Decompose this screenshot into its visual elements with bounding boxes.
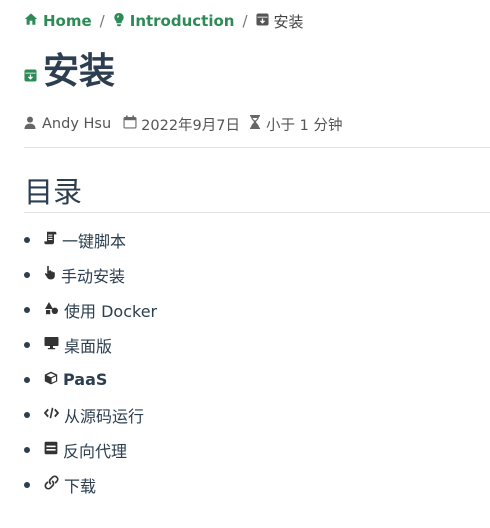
author-name: Andy Hsu xyxy=(42,116,112,132)
list-item: 一键脚本 xyxy=(24,222,157,257)
list-item: PaaS xyxy=(24,362,157,397)
divider xyxy=(24,212,490,213)
toc-link-label: PaaS xyxy=(63,370,108,389)
script-icon xyxy=(44,230,57,249)
toc-link-source[interactable]: 从源码运行 xyxy=(43,403,145,427)
bullet xyxy=(24,376,30,383)
cube-icon xyxy=(44,370,58,389)
bullet xyxy=(24,306,30,313)
toc-link-download[interactable]: 下载 xyxy=(44,473,96,497)
install-icon xyxy=(24,59,37,86)
breadcrumb-current-label: 安装 xyxy=(273,12,304,31)
reading-time-info: 小于 1 分钟 xyxy=(250,114,342,135)
breadcrumb: Home / Introduction / 安装 xyxy=(24,10,304,32)
toc-link-label: 桌面版 xyxy=(64,336,113,356)
breadcrumb-separator: / xyxy=(242,12,248,30)
home-icon xyxy=(24,12,38,30)
breadcrumb-home[interactable]: Home xyxy=(24,12,92,30)
breadcrumb-home-label: Home xyxy=(43,12,92,30)
breadcrumb-introduction[interactable]: Introduction xyxy=(113,12,235,31)
page-title: 安装 xyxy=(43,51,116,92)
install-icon xyxy=(256,12,269,30)
page-title-row: 安装 xyxy=(24,50,115,94)
breadcrumb-separator: / xyxy=(99,12,105,30)
toc-link-label: 手动安装 xyxy=(61,266,126,286)
list-item: 手动安装 xyxy=(24,257,157,292)
list-item: 反向代理 xyxy=(24,432,157,467)
bullet xyxy=(24,481,30,488)
publish-date: 2022年9月7日 xyxy=(141,117,241,134)
bullet xyxy=(24,446,30,453)
breadcrumb-introduction-label: Introduction xyxy=(129,12,235,30)
toc-link-manual-install[interactable]: 手动安装 xyxy=(44,263,125,287)
toc-link-label: 反向代理 xyxy=(63,441,128,461)
date-info: 2022年9月7日 xyxy=(123,114,240,135)
toc-link-desktop[interactable]: 桌面版 xyxy=(44,333,112,357)
link-icon xyxy=(44,475,59,494)
breadcrumb-current: 安装 xyxy=(256,11,304,32)
list-item: 桌面版 xyxy=(24,327,157,362)
hand-pointer-icon xyxy=(44,265,56,284)
toc-link-label: 使用 Docker xyxy=(64,301,158,321)
bullet xyxy=(24,271,30,278)
author-info[interactable]: Andy Hsu xyxy=(24,116,111,133)
server-icon xyxy=(44,440,58,459)
reading-time: 小于 1 分钟 xyxy=(266,117,343,134)
toc-link-label: 一键脚本 xyxy=(62,231,127,251)
bullet xyxy=(24,341,30,348)
desktop-icon xyxy=(44,335,59,354)
bullet xyxy=(24,411,30,418)
toc-link-docker[interactable]: 使用 Docker xyxy=(44,298,157,322)
page-meta: Andy Hsu 2022年9月7日 小于 1 分钟 xyxy=(24,114,354,134)
lightbulb-icon xyxy=(113,12,125,31)
toc-link-label: 从源码运行 xyxy=(64,406,145,426)
toc-link-reverse-proxy[interactable]: 反向代理 xyxy=(44,438,127,462)
divider xyxy=(24,147,490,148)
user-icon xyxy=(24,116,36,133)
list-item: 下载 xyxy=(24,467,157,502)
hourglass-icon xyxy=(250,115,261,133)
page: Home / Introduction / 安装 安装 Andy Hsu 202… xyxy=(0,0,490,528)
toc-link-paas[interactable]: PaaS xyxy=(44,370,107,389)
code-icon xyxy=(43,405,60,424)
toc-link-label: 下载 xyxy=(64,476,97,496)
list-item: 使用 Docker xyxy=(24,292,157,327)
toc-link-script[interactable]: 一键脚本 xyxy=(44,228,126,252)
calendar-icon xyxy=(123,115,137,133)
toc-heading: 目录 xyxy=(24,175,83,209)
list-item: 从源码运行 xyxy=(24,397,157,432)
bullet xyxy=(24,236,30,243)
shapes-icon xyxy=(44,300,59,319)
toc-list: 一键脚本 手动安装 使用 Docker 桌面版 PaaS 从源码运行 反向代理 … xyxy=(24,222,157,502)
